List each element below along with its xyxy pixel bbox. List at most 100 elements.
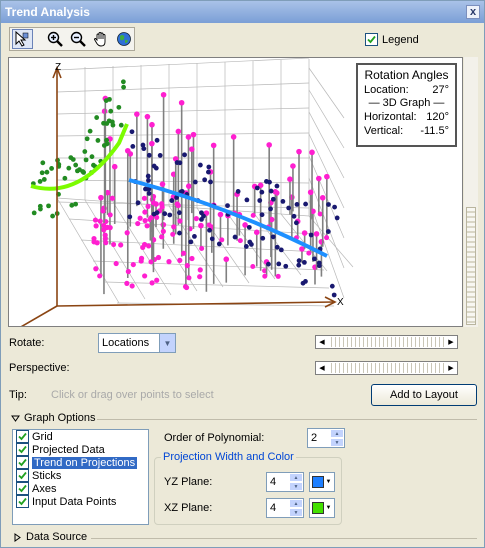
- slider-left-arrow-icon[interactable]: ◀: [316, 336, 328, 348]
- data-point: [193, 215, 199, 222]
- rotate-slider-track[interactable]: [328, 337, 445, 347]
- projected-point-yz: [120, 79, 126, 85]
- rotate-slider[interactable]: ◀ ▶: [315, 335, 458, 349]
- option-axes[interactable]: Axes: [13, 482, 148, 495]
- slider-left-arrow-icon[interactable]: ◀: [316, 362, 328, 374]
- legend-label: Legend: [382, 33, 419, 46]
- projected-point-yz: [106, 118, 112, 124]
- data-point: [250, 263, 256, 269]
- zoom-out-icon[interactable]: [67, 29, 88, 49]
- perspective-slider[interactable]: ◀ ▶: [315, 361, 458, 375]
- xz-color-picker[interactable]: ▼: [309, 498, 335, 518]
- chevron-down-icon[interactable]: ▼: [324, 479, 333, 485]
- check-icon[interactable]: [16, 495, 29, 508]
- zoom-in-icon[interactable]: [44, 29, 65, 49]
- check-icon[interactable]: [16, 430, 29, 443]
- chevron-down-icon[interactable]: ▼: [159, 334, 175, 352]
- legend-checkbox[interactable]: Legend: [365, 33, 419, 46]
- option-grid[interactable]: Grid: [13, 430, 148, 443]
- add-to-layout-button[interactable]: Add to Layout: [371, 384, 477, 406]
- xz-width-spinner[interactable]: 4 ▲ ▼: [266, 498, 304, 518]
- projected-point-yz: [87, 128, 93, 134]
- projected-point-xz: [201, 213, 206, 219]
- option-input-data-points[interactable]: Input Data Points: [13, 495, 148, 508]
- projected-point-xz: [274, 183, 280, 189]
- projected-point-xz: [154, 210, 160, 216]
- data-point: [198, 222, 204, 229]
- data-point: [223, 256, 230, 263]
- chevron-down-icon[interactable]: ▼: [324, 505, 333, 511]
- projected-point-yz: [49, 166, 54, 171]
- data-point: [159, 201, 165, 207]
- trend-3d-graph[interactable]: Z X Rotation Angles Location: 27° — 3D Gra…: [8, 57, 463, 327]
- check-icon[interactable]: [16, 456, 29, 469]
- projected-point-yz: [94, 115, 100, 120]
- projected-point-yz: [104, 137, 110, 143]
- yz-plane-label: YZ Plane:: [164, 476, 213, 488]
- projected-point-xz: [329, 283, 335, 289]
- projected-point-xz: [267, 179, 272, 185]
- title-bar[interactable]: Trend Analysis x: [1, 1, 484, 23]
- projected-point-xz: [157, 153, 163, 158]
- data-point: [129, 283, 135, 289]
- data-point: [183, 284, 190, 291]
- projected-point-xz: [260, 235, 266, 241]
- option-sticks[interactable]: Sticks: [13, 469, 148, 482]
- perspective-slider-track[interactable]: [328, 363, 445, 373]
- vertical-slider-thumb[interactable]: [466, 207, 476, 325]
- spin-up-icon[interactable]: ▲: [289, 473, 303, 482]
- data-source-header[interactable]: Data Source: [13, 531, 87, 543]
- projected-point-xz: [326, 202, 331, 207]
- option-projected-data[interactable]: Projected Data: [13, 443, 148, 456]
- yz-width-spinner[interactable]: 4 ▲ ▼: [266, 472, 304, 492]
- vertical-rotation-slider[interactable]: [464, 57, 478, 327]
- data-point: [144, 223, 150, 229]
- check-icon[interactable]: [16, 443, 29, 456]
- pan-hand-icon[interactable]: [90, 29, 111, 49]
- projected-point-xz: [332, 204, 337, 210]
- data-point: [97, 273, 103, 279]
- x-axis-label: X: [337, 297, 344, 308]
- expand-right-icon[interactable]: [13, 532, 22, 542]
- check-icon[interactable]: [16, 482, 29, 495]
- close-button[interactable]: x: [466, 5, 480, 19]
- yz-color-swatch[interactable]: [312, 476, 324, 488]
- spin-up-icon[interactable]: ▲: [289, 499, 303, 508]
- data-point: [118, 242, 124, 248]
- projected-point-xz: [268, 206, 273, 212]
- data-point: [145, 203, 151, 209]
- data-point: [219, 237, 225, 243]
- graph-options-header[interactable]: Graph Options: [11, 412, 96, 424]
- yz-color-picker[interactable]: ▼: [309, 472, 335, 492]
- spin-up-icon[interactable]: ▲: [330, 429, 344, 438]
- data-point: [137, 215, 143, 221]
- data-point: [148, 259, 154, 265]
- select-pointer-icon[interactable]: [12, 29, 33, 49]
- check-icon[interactable]: [16, 469, 29, 482]
- order-of-polynomial-spinner[interactable]: 2 ▲ ▼: [307, 428, 345, 448]
- data-point: [111, 163, 118, 170]
- full-extent-globe-icon[interactable]: [113, 29, 134, 49]
- rotate-dropdown[interactable]: Locations ▼: [98, 333, 176, 353]
- spin-down-icon[interactable]: ▼: [330, 438, 344, 447]
- y-axis: [20, 305, 58, 326]
- projected-point-xz: [146, 191, 152, 196]
- slider-right-arrow-icon[interactable]: ▶: [445, 362, 457, 374]
- location-label: Location:: [364, 84, 409, 96]
- expand-down-icon[interactable]: [11, 414, 20, 423]
- rotation-title: Rotation Angles: [364, 68, 449, 82]
- option-trend-on-projections[interactable]: Trend on Projections: [13, 456, 148, 469]
- slider-right-arrow-icon[interactable]: ▶: [445, 336, 457, 348]
- projected-point-xz: [145, 173, 151, 179]
- option-label: Axes: [32, 482, 57, 495]
- xz-color-swatch[interactable]: [312, 502, 324, 514]
- data-point: [142, 273, 148, 279]
- grid-line: [308, 67, 345, 119]
- legend-check-icon[interactable]: [365, 33, 378, 46]
- data-point: [197, 274, 203, 280]
- data-point: [159, 181, 166, 187]
- order-value: 2: [311, 432, 318, 444]
- spin-down-icon[interactable]: ▼: [289, 508, 303, 517]
- projected-point-xz: [291, 213, 297, 219]
- spin-down-icon[interactable]: ▼: [289, 482, 303, 491]
